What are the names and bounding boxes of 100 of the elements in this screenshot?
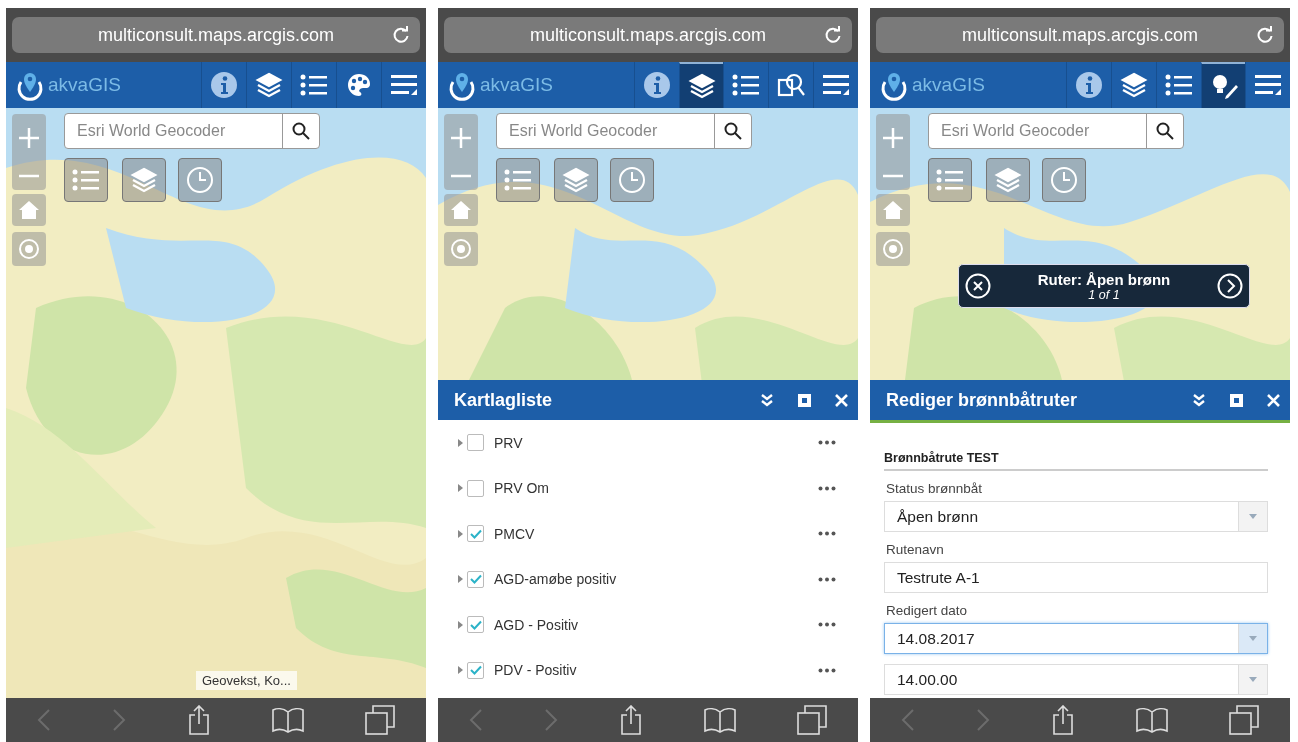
search-field[interactable]: Esri World Geocoder xyxy=(496,113,752,149)
dropdown-caret-icon xyxy=(1249,636,1257,641)
expand-caret-icon[interactable] xyxy=(458,484,463,493)
popup-title: Ruter: Åpen brønn xyxy=(1037,270,1171,288)
layer-name: AGD - Positiv xyxy=(494,616,579,633)
layers-button[interactable] xyxy=(679,62,723,108)
home-icon xyxy=(18,200,40,220)
url-text: multiconsult.maps.arcgis.com xyxy=(961,24,1199,46)
close-icon[interactable] xyxy=(835,393,848,407)
layer-name: PRV xyxy=(494,434,524,451)
field-label: Status brønnbåt xyxy=(886,481,983,496)
search-field[interactable]: Esri World Geocoder xyxy=(64,113,320,149)
collapse-icon[interactable] xyxy=(760,393,774,407)
reload-icon[interactable] xyxy=(392,26,410,44)
close-icon[interactable] xyxy=(1267,393,1280,407)
checkbox[interactable] xyxy=(467,570,484,588)
locate-icon xyxy=(449,237,473,261)
more-options-icon[interactable] xyxy=(818,485,836,491)
maximize-icon[interactable] xyxy=(798,393,811,407)
more-options-icon[interactable] xyxy=(818,667,836,673)
share-icon[interactable] xyxy=(188,705,210,735)
checkbox[interactable] xyxy=(467,434,484,452)
checkbox[interactable] xyxy=(467,525,484,543)
dropdown-field[interactable]: 14.08.2017 xyxy=(884,623,1268,654)
time-button[interactable] xyxy=(610,158,654,202)
locate-icon xyxy=(17,237,41,261)
dropdown-field[interactable]: 14.00.00 xyxy=(884,664,1268,695)
tabs-icon[interactable] xyxy=(797,705,828,735)
expand-caret-icon[interactable] xyxy=(458,529,463,538)
legend-button[interactable] xyxy=(496,158,540,202)
layers-icon xyxy=(994,166,1022,194)
locate-icon xyxy=(881,237,905,261)
bookmarks-icon[interactable] xyxy=(1135,707,1168,733)
search-field[interactable]: Esri World Geocoder xyxy=(928,113,1184,149)
app-name: akvaGIS xyxy=(48,74,121,96)
checkbox[interactable] xyxy=(467,479,484,497)
address-bar[interactable]: multiconsult.maps.arcgis.com xyxy=(876,17,1284,53)
info-icon xyxy=(1075,71,1103,99)
legend-button[interactable] xyxy=(64,158,108,202)
home-icon xyxy=(882,200,904,220)
layer-name: AGD-amøbe positiv xyxy=(494,571,618,588)
app-name: akvaGIS xyxy=(480,74,553,96)
legend-button[interactable] xyxy=(928,158,972,202)
text-field[interactable]: Testrute A-1 xyxy=(884,562,1268,593)
layers-icon xyxy=(562,166,590,194)
search-icon xyxy=(724,122,742,140)
clock-icon xyxy=(618,166,646,194)
checkbox[interactable] xyxy=(467,661,484,679)
time-button[interactable] xyxy=(178,158,222,202)
layers-button[interactable] xyxy=(554,158,598,202)
time-button[interactable] xyxy=(1042,158,1086,202)
expand-caret-icon[interactable] xyxy=(458,438,463,447)
tabs-icon[interactable] xyxy=(365,705,396,735)
expand-caret-icon[interactable] xyxy=(458,620,463,629)
search-icon xyxy=(292,122,310,140)
url-text: multiconsult.maps.arcgis.com xyxy=(529,24,767,46)
layers-icon xyxy=(1120,71,1148,99)
clock-icon xyxy=(1050,166,1078,194)
dropdown-field[interactable]: Åpen brønn xyxy=(884,501,1268,532)
next-icon[interactable] xyxy=(1217,273,1243,299)
more-options-icon[interactable] xyxy=(818,531,836,537)
map-attribution: Geovekst, Ko... xyxy=(196,671,297,690)
address-bar[interactable]: multiconsult.maps.arcgis.com xyxy=(12,17,420,53)
tabs-icon[interactable] xyxy=(1229,705,1260,735)
info-icon xyxy=(643,71,671,99)
bookmarks-icon[interactable] xyxy=(703,707,736,733)
layer-name: PDV - Positiv xyxy=(494,662,578,679)
document-search-icon xyxy=(776,71,806,99)
field-label: Redigert dato xyxy=(886,603,968,618)
panel-title: Kartlagliste xyxy=(454,389,554,411)
edit-button[interactable] xyxy=(1201,62,1245,108)
url-text: multiconsult.maps.arcgis.com xyxy=(97,24,335,46)
expand-caret-icon[interactable] xyxy=(458,666,463,675)
more-options-icon[interactable] xyxy=(818,440,836,446)
dropdown-caret-icon xyxy=(1249,514,1257,519)
checkbox[interactable] xyxy=(467,616,484,634)
expand-caret-icon[interactable] xyxy=(458,575,463,584)
layers-icon xyxy=(687,72,716,100)
layers-button[interactable] xyxy=(986,158,1030,202)
share-icon[interactable] xyxy=(620,705,642,735)
close-icon[interactable] xyxy=(965,273,991,299)
clock-icon xyxy=(186,166,214,194)
home-icon xyxy=(450,200,472,220)
reload-icon[interactable] xyxy=(824,26,842,44)
layers-icon xyxy=(130,166,158,194)
collapse-icon[interactable] xyxy=(1192,393,1206,407)
reload-icon[interactable] xyxy=(1256,26,1274,44)
popup-count: 1 of 1 xyxy=(1088,287,1120,302)
more-options-icon[interactable] xyxy=(818,622,836,628)
layer-name: PMCV xyxy=(494,525,536,542)
layer-name: PRV Om xyxy=(494,480,550,497)
share-icon[interactable] xyxy=(1052,705,1074,735)
maximize-icon[interactable] xyxy=(1230,393,1243,407)
form-title: Brønnbåtrute TEST xyxy=(884,451,1268,471)
panel-title: Rediger brønnbåtruter xyxy=(886,389,1078,411)
layers-button[interactable] xyxy=(122,158,166,202)
app-name: akvaGIS xyxy=(912,74,985,96)
address-bar[interactable]: multiconsult.maps.arcgis.com xyxy=(444,17,852,53)
more-options-icon[interactable] xyxy=(818,576,836,582)
bookmarks-icon[interactable] xyxy=(271,707,304,733)
